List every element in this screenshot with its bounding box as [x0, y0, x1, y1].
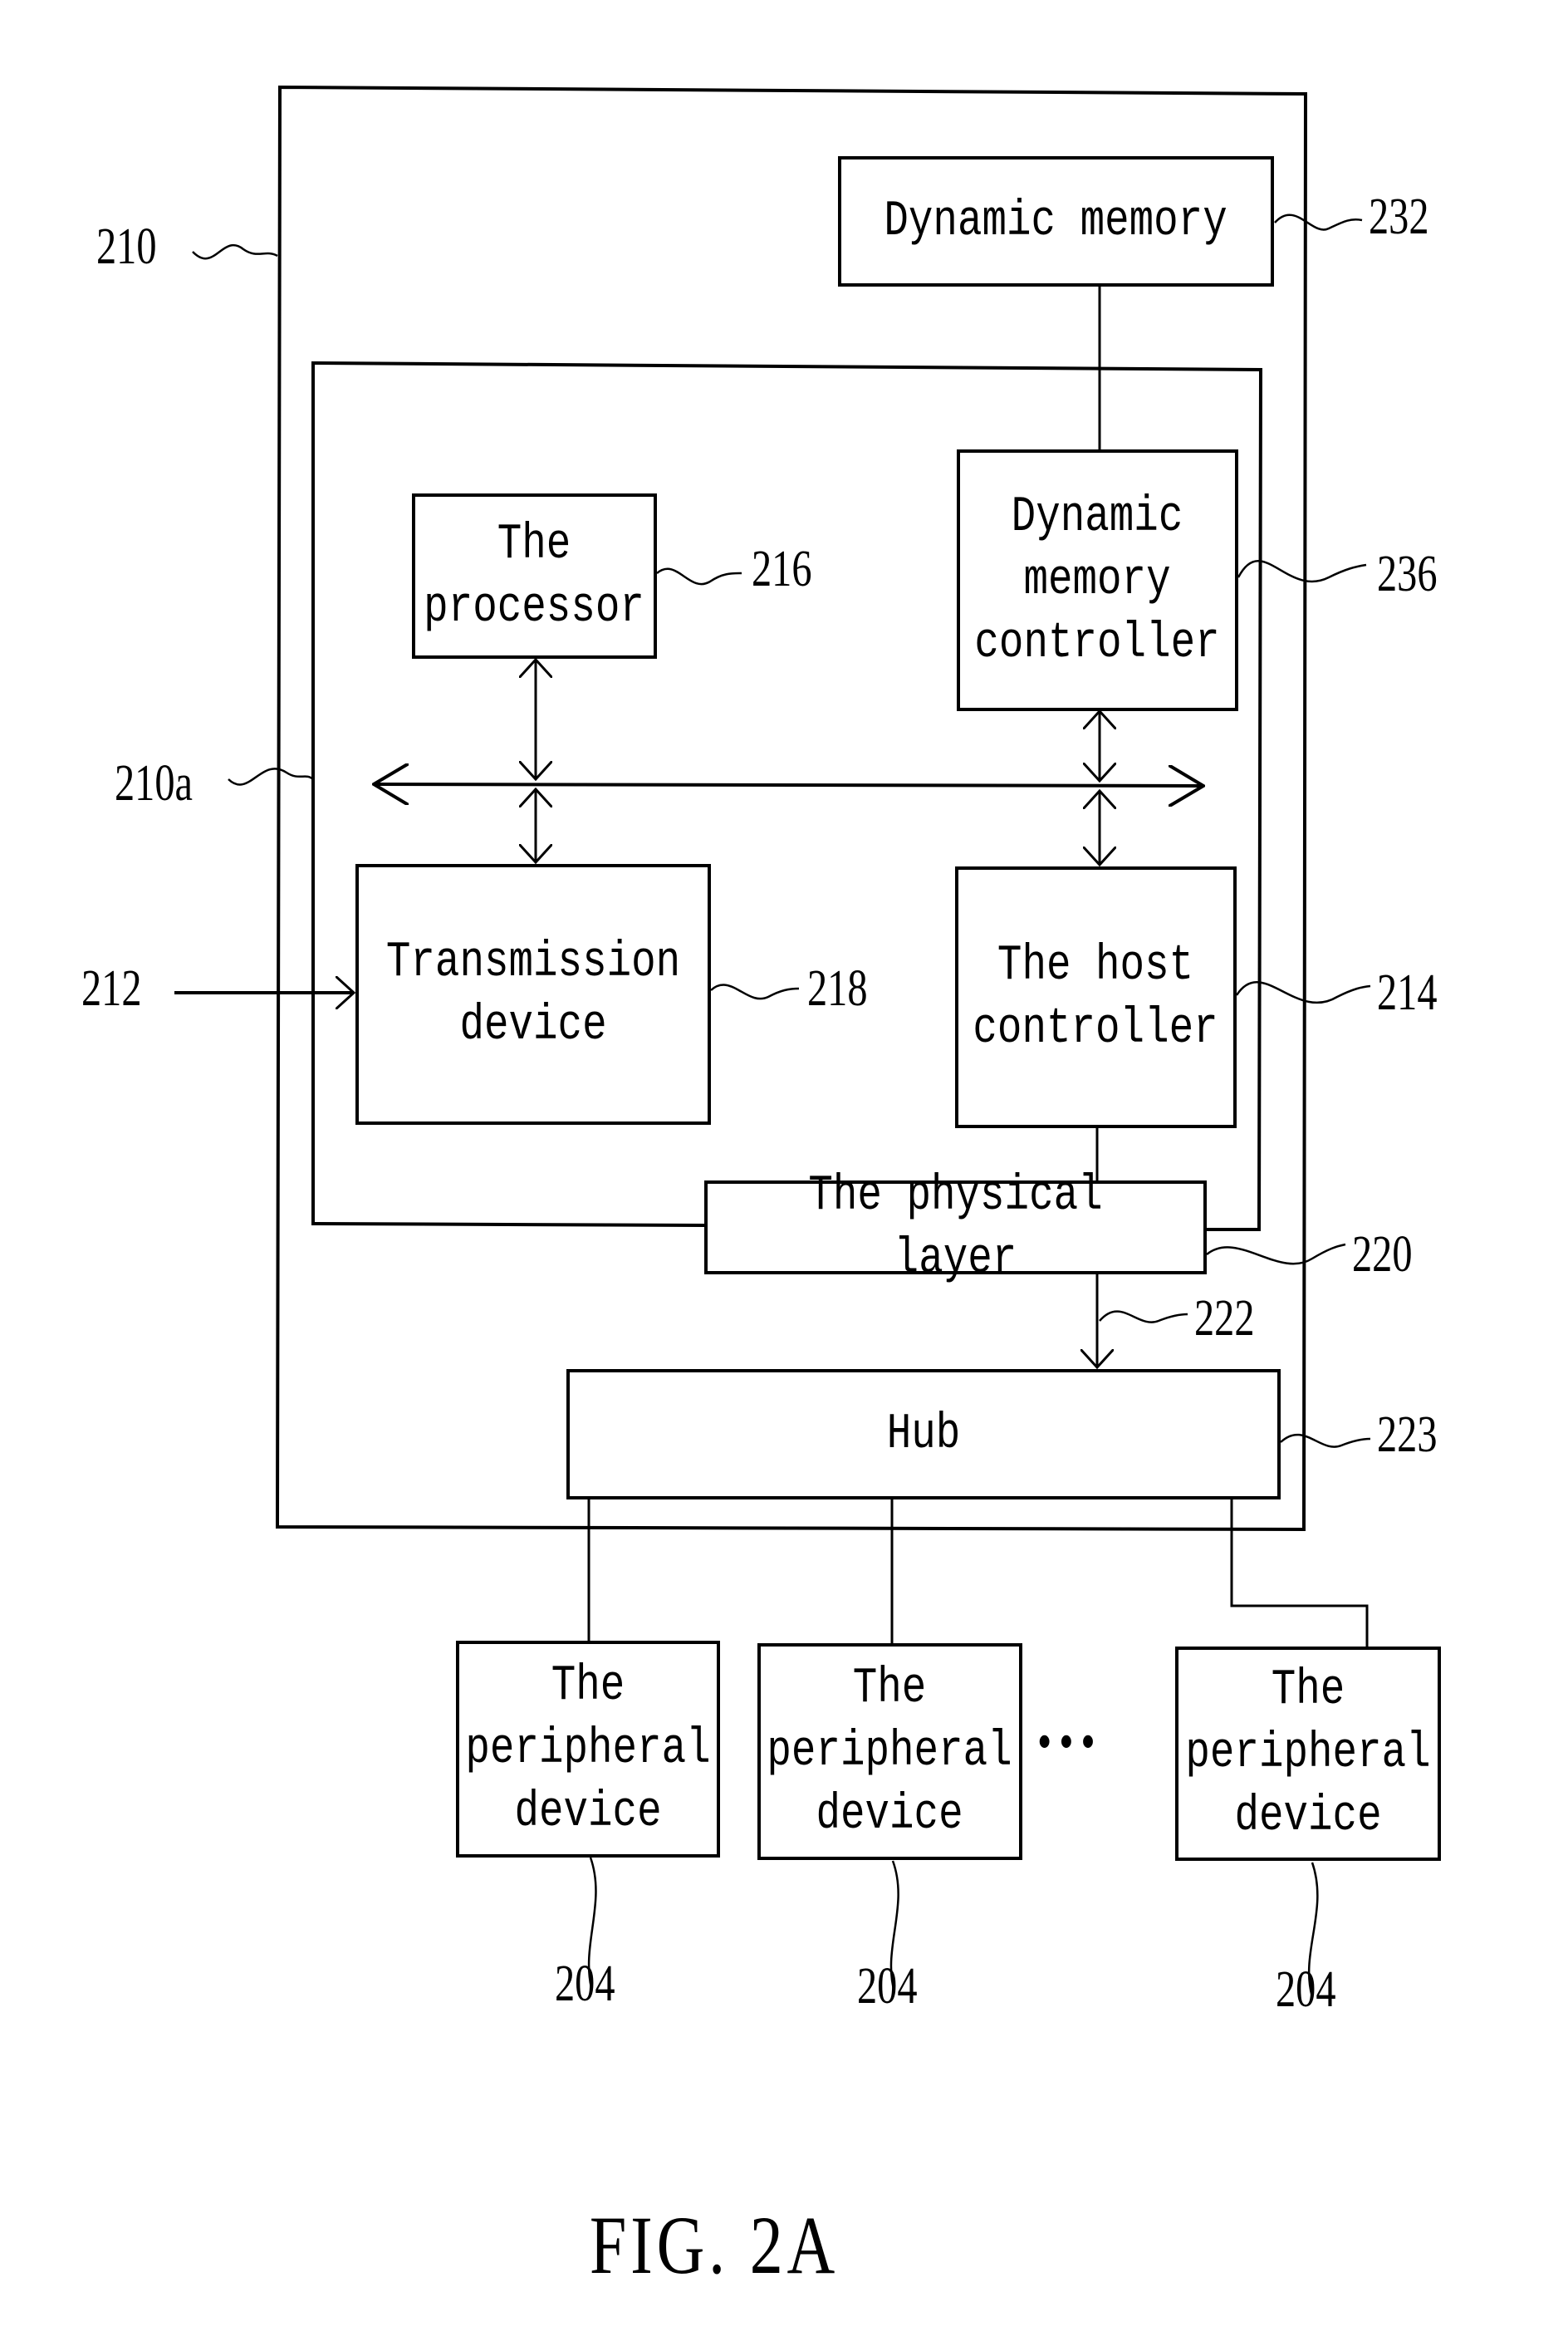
hub-block: Hub [566, 1369, 1281, 1499]
transmission-device-label: Transmission device [385, 935, 681, 1054]
ref-204-1: 204 [555, 1956, 615, 2012]
dynamic-memory-label: Dynamic memory [884, 193, 1228, 250]
physical-layer-label: The physical layer [808, 1167, 1103, 1288]
leader-210a [228, 768, 314, 786]
ellipsis-dots: • • • [1038, 1716, 1095, 1768]
peripheral-device-block-2: The peripheral device [757, 1643, 1022, 1860]
ref-216: 216 [752, 541, 812, 597]
leader-216 [656, 567, 742, 586]
ref-232: 232 [1369, 189, 1429, 245]
system-bus [374, 784, 1203, 786]
ref-210: 210 [96, 218, 157, 275]
peripheral-device-block-1: The peripheral device [456, 1641, 720, 1858]
leader-223 [1280, 1433, 1371, 1448]
leader-210 [192, 243, 278, 260]
ref-222: 222 [1194, 1290, 1255, 1347]
outer-box-210 [275, 85, 1308, 1532]
ref-214: 214 [1377, 964, 1438, 1021]
leader-220 [1206, 1243, 1346, 1265]
ref-220: 220 [1352, 1226, 1413, 1283]
dynamic-memory-block: Dynamic memory [838, 156, 1274, 287]
ref-218: 218 [807, 960, 868, 1017]
peripheral-device-label: The peripheral device [465, 1657, 711, 1841]
leader-236 [1237, 560, 1367, 583]
leader-232 [1274, 213, 1363, 231]
transmission-device-block: Transmission device [355, 864, 711, 1125]
ref-210a: 210a [115, 755, 194, 812]
dynamic-memory-controller-label: Dynamic memory controller [974, 488, 1221, 672]
dynamic-memory-controller-block: Dynamic memory controller [957, 449, 1238, 711]
figure-caption: FIG. 2A [589, 2199, 840, 2291]
ref-204-3: 204 [1276, 1961, 1336, 2018]
peripheral-device-block-3: The peripheral device [1175, 1647, 1441, 1861]
hub-label: Hub [886, 1406, 961, 1463]
patent-figure: Dynamic memory The processor Dynamic mem… [0, 0, 1568, 2346]
leader-222 [1099, 1310, 1188, 1323]
peripheral-device-label: The peripheral device [767, 1660, 1013, 1843]
leader-218 [710, 984, 800, 1000]
hub-to-peripheral-3 [1230, 1499, 1369, 1647]
ref-223: 223 [1377, 1406, 1438, 1463]
peripheral-device-label: The peripheral device [1185, 1662, 1431, 1845]
ref-236: 236 [1377, 546, 1438, 602]
processor-label: The processor [424, 516, 645, 636]
processor-block: The processor [412, 493, 657, 659]
ref-204-2: 204 [857, 1958, 918, 2015]
host-controller-block: The host controller [955, 866, 1237, 1128]
physical-layer-block: The physical layer [704, 1168, 1207, 1288]
ref-212: 212 [81, 960, 142, 1017]
host-controller-label: The host controller [973, 937, 1219, 1058]
